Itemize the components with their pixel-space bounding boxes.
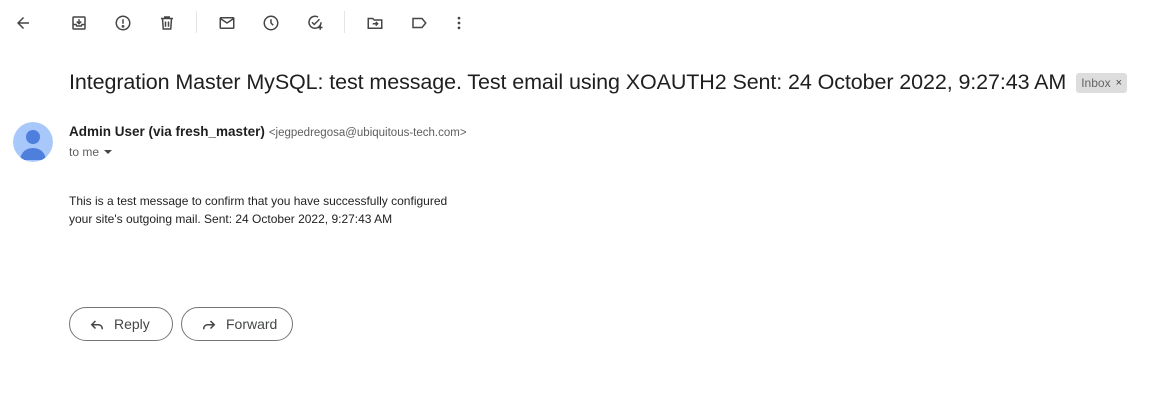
report-spam-icon[interactable]: [107, 7, 139, 39]
sender-row: Admin User (via fresh_master) <jegpedreg…: [69, 124, 467, 139]
forward-icon: [203, 320, 216, 330]
subject-row: Integration Master MySQL: test message. …: [69, 66, 1128, 98]
recipient-details-toggle[interactable]: to me: [69, 145, 113, 159]
remove-label-icon[interactable]: ×: [1116, 77, 1122, 89]
sender-email: <jegpedregosa@ubiquitous-tech.com>: [268, 127, 467, 139]
toolbar: [0, 0, 1160, 46]
email-body: This is a test message to confirm that y…: [69, 192, 529, 228]
archive-icon[interactable]: [63, 7, 95, 39]
delete-icon[interactable]: [151, 7, 183, 39]
toolbar-divider: [196, 11, 197, 33]
reply-icon: [90, 320, 103, 330]
body-line: This is a test message to confirm that y…: [69, 194, 448, 208]
email-subject: Integration Master MySQL: test message. …: [69, 69, 1067, 94]
forward-label: Forward: [226, 316, 278, 332]
recipient-text: to me: [69, 145, 100, 159]
label-icon[interactable]: [403, 7, 435, 39]
avatar[interactable]: [13, 122, 53, 162]
toolbar-divider: [344, 11, 345, 33]
back-arrow-icon[interactable]: [7, 7, 39, 39]
mark-unread-icon[interactable]: [211, 7, 243, 39]
sender-name[interactable]: Admin User (via fresh_master): [69, 124, 265, 139]
person-icon: [13, 122, 53, 162]
reply-button[interactable]: Reply: [69, 307, 173, 341]
caret-down-icon: [104, 150, 113, 154]
reply-label: Reply: [114, 316, 150, 332]
body-line: your site's outgoing mail. Sent: 24 Octo…: [69, 212, 393, 226]
add-to-tasks-icon[interactable]: [299, 7, 331, 39]
move-to-icon[interactable]: [359, 7, 391, 39]
inbox-label-chip[interactable]: Inbox ×: [1076, 73, 1128, 93]
more-vert-icon[interactable]: [443, 7, 475, 39]
forward-button[interactable]: Forward: [181, 307, 293, 341]
snooze-icon[interactable]: [255, 7, 287, 39]
label-text: Inbox: [1081, 76, 1111, 90]
